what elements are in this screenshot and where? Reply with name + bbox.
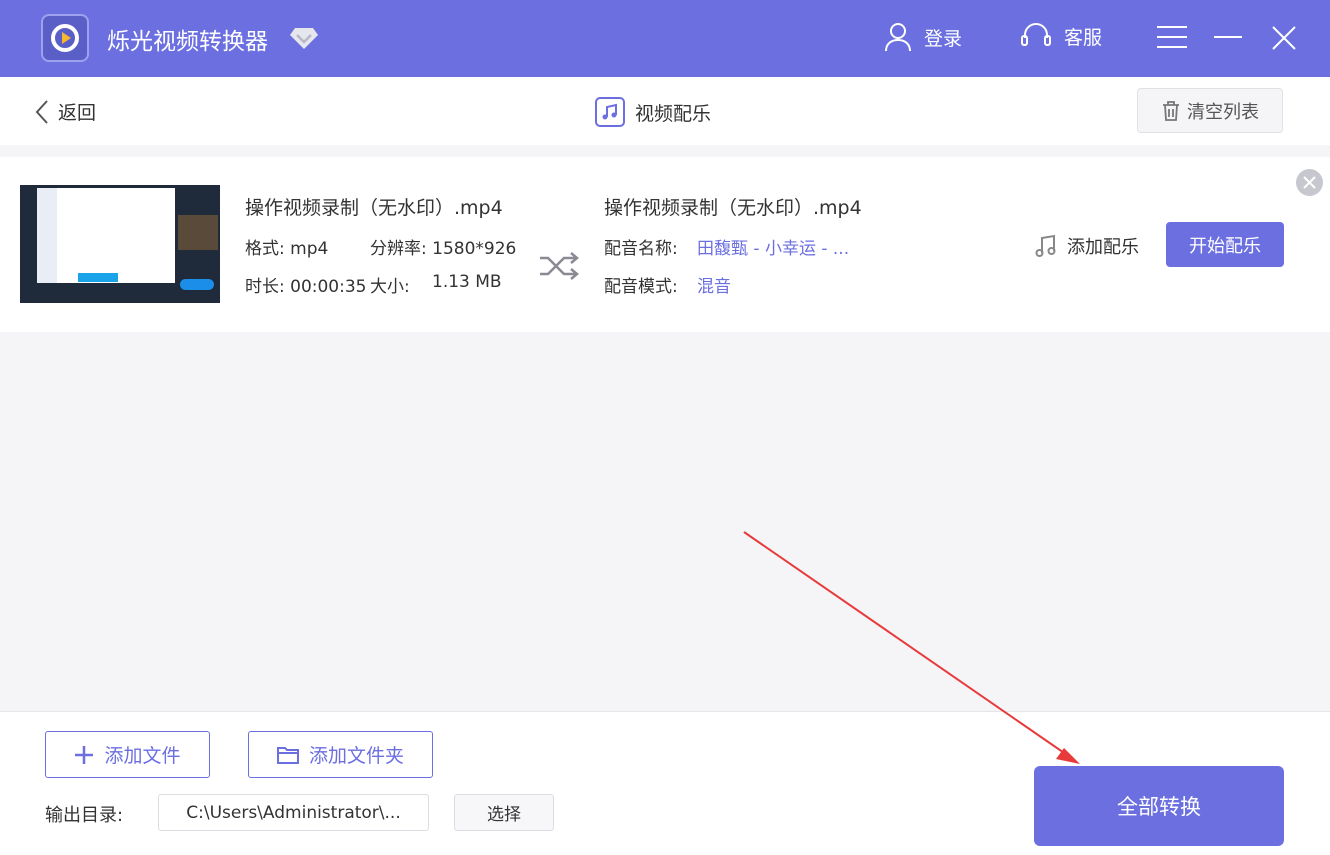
duration-text: 时长: 00:00:35 xyxy=(245,277,367,297)
add-folder-label: 添加文件夹 xyxy=(308,745,404,767)
music-mode-value[interactable]: 混音 xyxy=(697,272,731,297)
login-button[interactable]: 登录 xyxy=(884,22,962,52)
start-music-button[interactable]: 开始配乐 xyxy=(1166,222,1284,267)
close-window-icon[interactable] xyxy=(1271,25,1297,51)
shuffle-icon xyxy=(540,252,579,280)
back-button[interactable]: 返回 xyxy=(34,98,96,125)
size-value: 1.13 MB xyxy=(432,272,502,292)
plus-icon xyxy=(75,745,94,764)
size-label: 大小: xyxy=(370,277,410,297)
resolution-text: 分辨率: 1580*926 xyxy=(370,239,517,259)
vip-diamond-icon[interactable] xyxy=(289,26,319,50)
music-mode-label: 配音模式: xyxy=(604,277,678,297)
trash-icon xyxy=(1163,100,1179,121)
add-file-button[interactable]: 添加文件 xyxy=(45,731,210,778)
title-bar: 烁光视频转换器 登录 客服 xyxy=(0,0,1330,77)
convert-all-button[interactable]: 全部转换 xyxy=(1034,766,1284,846)
service-label: 客服 xyxy=(1064,26,1103,49)
close-icon xyxy=(1303,176,1316,189)
menu-icon[interactable] xyxy=(1156,25,1188,49)
login-label: 登录 xyxy=(924,27,963,50)
remove-file-button[interactable] xyxy=(1296,169,1323,196)
app-title: 烁光视频转换器 xyxy=(107,29,268,55)
format-text: 格式: mp4 xyxy=(245,239,329,259)
add-music-button[interactable]: 添加配乐 xyxy=(1035,233,1139,259)
folder-icon xyxy=(276,746,299,764)
headset-icon xyxy=(1021,23,1051,46)
customer-service-button[interactable]: 客服 xyxy=(1020,22,1102,50)
minimize-icon[interactable] xyxy=(1213,25,1243,49)
source-file-name: 操作视频录制（无水印）.mp4 xyxy=(245,197,503,219)
app-logo-icon xyxy=(41,14,89,62)
add-music-label: 添加配乐 xyxy=(1067,237,1139,258)
music-name-value[interactable]: 田馥甄 - 小幸运 - ... xyxy=(697,234,849,259)
clear-list-label: 清空列表 xyxy=(1187,101,1259,123)
back-label: 返回 xyxy=(58,102,97,124)
music-name-label: 配音名称: xyxy=(604,239,678,259)
target-file-name: 操作视频录制（无水印）.mp4 xyxy=(604,197,862,219)
page-title: 视频配乐 xyxy=(595,97,711,127)
page-title-label: 视频配乐 xyxy=(635,102,712,125)
video-thumbnail[interactable] xyxy=(20,185,220,303)
user-icon xyxy=(885,23,911,52)
clear-list-button[interactable]: 清空列表 xyxy=(1137,88,1283,133)
chevron-left-icon xyxy=(35,99,48,124)
add-folder-button[interactable]: 添加文件夹 xyxy=(248,731,433,778)
choose-dir-button[interactable]: 选择 xyxy=(454,794,554,831)
output-dir-label: 输出目录: xyxy=(45,805,124,826)
output-path-field[interactable]: C:\Users\Administrator\... xyxy=(158,794,429,831)
music-note-icon xyxy=(1035,234,1056,257)
add-file-label: 添加文件 xyxy=(104,745,181,767)
video-music-icon xyxy=(595,97,625,127)
